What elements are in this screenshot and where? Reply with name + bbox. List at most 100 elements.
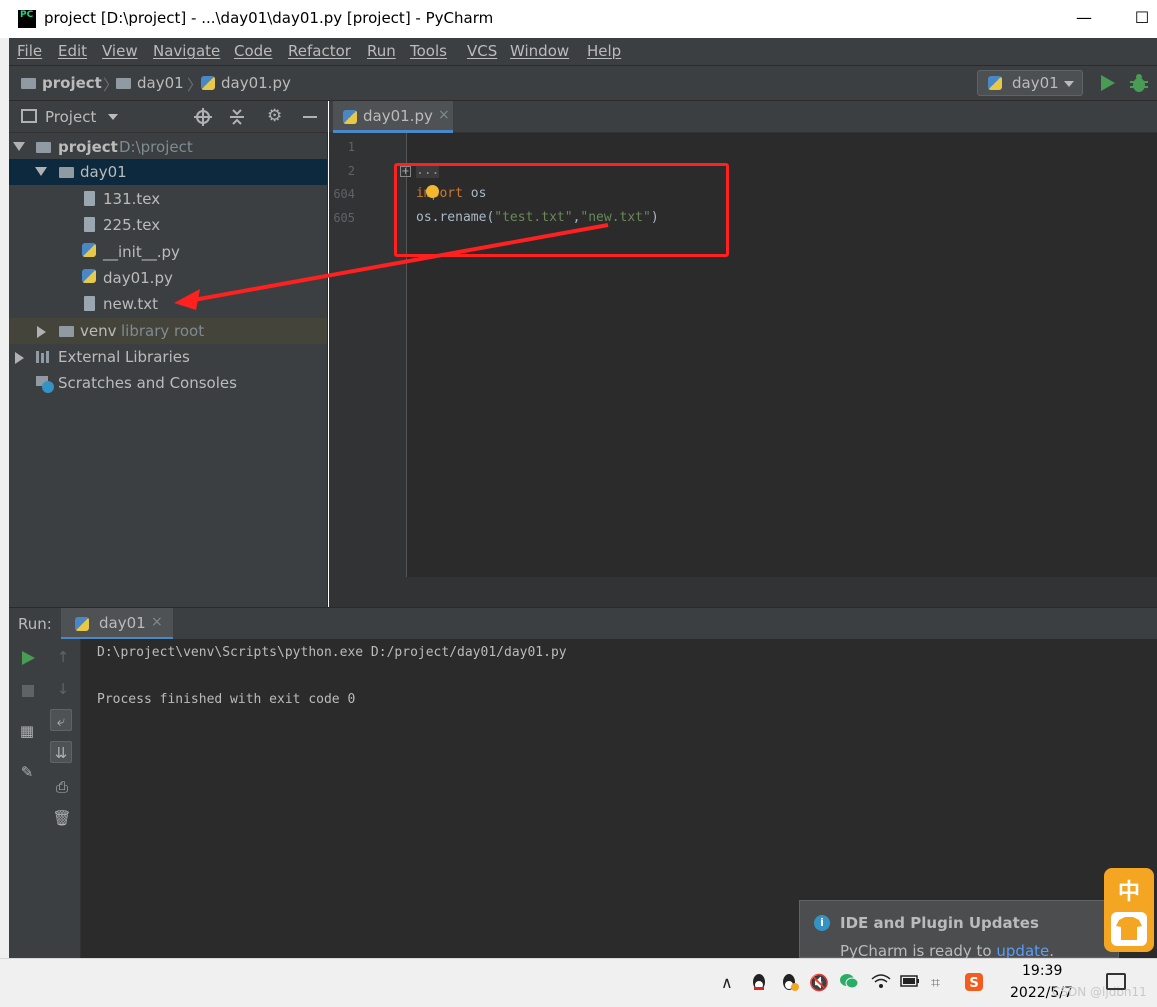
tree-item-project[interactable]: project D:\project bbox=[9, 134, 327, 160]
console-line: D:\project\venv\Scripts\python.exe D:/pr… bbox=[97, 645, 567, 660]
svg-text:S: S bbox=[969, 976, 978, 991]
soft-wrap-icon[interactable]: ⤶ bbox=[50, 709, 72, 731]
run-label: Run: bbox=[18, 615, 52, 633]
pycharm-logo-icon: PC bbox=[18, 10, 36, 28]
editor-footer bbox=[329, 577, 1157, 607]
menu-help[interactable]: Help bbox=[587, 42, 621, 60]
battery-icon[interactable] bbox=[900, 973, 920, 992]
run-toolbar: ↑ ↓ ⤶ ▦ ⇊ ✎ ⎙ 🗑 bbox=[9, 639, 81, 958]
scratches-icon bbox=[36, 376, 54, 393]
notification-title: IDE and Plugin Updates bbox=[840, 914, 1039, 932]
window-title: project [D:\project] - ...\day01\day01.p… bbox=[44, 9, 494, 27]
text-file-icon bbox=[84, 191, 95, 206]
menu-file[interactable]: File bbox=[17, 42, 42, 60]
run-tab-day01[interactable]: day01 × bbox=[61, 608, 173, 640]
text-file-icon bbox=[84, 296, 95, 311]
tree-item-external-libraries[interactable]: External Libraries bbox=[9, 344, 327, 370]
console-line: Process finished with exit code 0 bbox=[97, 692, 356, 707]
arrow-down-icon[interactable]: ↓ bbox=[52, 678, 74, 700]
text-file-icon bbox=[84, 217, 95, 232]
menu-code[interactable]: Code bbox=[234, 42, 272, 60]
info-icon: i bbox=[814, 915, 830, 931]
run-tool-window-header: Run: day01 × bbox=[9, 607, 1157, 640]
pin-icon[interactable]: ✎ bbox=[16, 761, 38, 783]
project-view-dropdown[interactable]: Project bbox=[45, 108, 96, 126]
folder-icon bbox=[116, 78, 131, 89]
title-bar: PC project [D:\project] - ...\day01\day0… bbox=[0, 0, 1157, 39]
wifi-icon[interactable] bbox=[871, 973, 891, 993]
update-notification: i IDE and Plugin Updates PyCharm is read… bbox=[799, 900, 1119, 960]
breadcrumb-day01-py[interactable]: day01.py bbox=[201, 74, 291, 92]
csdn-watermark: CSDN @ljdbn11 bbox=[1052, 985, 1147, 999]
scroll-to-end-icon[interactable]: ⇊ bbox=[50, 741, 72, 763]
ime-skin-icon bbox=[1111, 912, 1147, 946]
folder-icon bbox=[36, 142, 51, 153]
menu-tools[interactable]: Tools bbox=[410, 42, 447, 60]
arrow-up-icon[interactable]: ↑ bbox=[52, 646, 74, 668]
gear-icon[interactable]: ⚙ bbox=[267, 106, 282, 126]
layout-icon[interactable]: ▦ bbox=[16, 720, 38, 742]
ime-widget[interactable]: 中 bbox=[1104, 868, 1154, 952]
python-file-icon bbox=[82, 243, 96, 257]
folder-icon bbox=[59, 326, 74, 337]
close-icon[interactable]: × bbox=[151, 614, 163, 630]
collapse-all-icon[interactable] bbox=[228, 108, 246, 126]
menu-refactor[interactable]: Refactor bbox=[288, 42, 351, 60]
chevron-up-icon[interactable]: ∧ bbox=[721, 973, 733, 992]
libraries-icon bbox=[36, 351, 49, 363]
breadcrumb-day01[interactable]: day01 bbox=[116, 74, 184, 92]
run-icon[interactable] bbox=[1098, 72, 1118, 94]
maximize-button[interactable]: ☐ bbox=[1128, 6, 1156, 32]
expand-arrow-icon[interactable] bbox=[35, 167, 47, 176]
breadcrumb-project[interactable]: project bbox=[21, 74, 102, 92]
annotation-arrow-icon bbox=[174, 223, 609, 310]
notification-center-icon[interactable] bbox=[1106, 973, 1126, 990]
stop-icon[interactable] bbox=[17, 680, 39, 702]
folder-icon bbox=[21, 78, 36, 89]
chevron-down-icon[interactable] bbox=[108, 114, 118, 120]
qq-icon[interactable] bbox=[750, 972, 768, 996]
run-configuration-select[interactable]: day01 bbox=[977, 70, 1083, 96]
folder-icon bbox=[59, 167, 74, 178]
editor-tab-bar: day01.py × bbox=[329, 101, 1157, 133]
qq-notify-icon[interactable] bbox=[780, 972, 800, 996]
menu-navigate[interactable]: Navigate bbox=[153, 42, 220, 60]
ime-language-char: 中 bbox=[1117, 880, 1140, 905]
rerun-icon[interactable] bbox=[17, 647, 39, 669]
python-icon bbox=[75, 617, 89, 631]
expand-arrow-icon[interactable] bbox=[13, 142, 25, 151]
tab-day01-py[interactable]: day01.py × bbox=[333, 101, 453, 133]
menu-run[interactable]: Run bbox=[367, 42, 396, 60]
tree-item-scratches[interactable]: Scratches and Consoles bbox=[9, 370, 327, 396]
debug-bug-icon[interactable] bbox=[1128, 72, 1150, 94]
python-file-icon bbox=[343, 110, 357, 124]
menu-view[interactable]: View bbox=[102, 42, 138, 60]
clock-time[interactable]: 19:39 bbox=[1022, 963, 1062, 979]
trash-icon[interactable]: 🗑 bbox=[51, 807, 73, 829]
chevron-down-icon bbox=[1064, 81, 1074, 87]
menu-window[interactable]: Window bbox=[510, 42, 569, 60]
hide-panel-icon[interactable] bbox=[303, 116, 317, 118]
python-icon bbox=[988, 76, 1002, 90]
tree-item-131-tex[interactable]: 131.tex bbox=[9, 186, 327, 212]
collapse-arrow-icon[interactable] bbox=[37, 326, 46, 338]
tree-item-day01[interactable]: day01 bbox=[9, 159, 327, 185]
menu-bar: File Edit View Navigate Code Refactor Ru… bbox=[9, 38, 1157, 65]
sogou-icon[interactable]: S bbox=[964, 972, 984, 996]
collapse-arrow-icon[interactable] bbox=[15, 352, 24, 364]
wechat-icon[interactable] bbox=[839, 972, 859, 994]
menu-edit[interactable]: Edit bbox=[58, 42, 87, 60]
project-panel-header: Project ⚙ bbox=[9, 101, 328, 133]
minimize-button[interactable]: — bbox=[1070, 6, 1098, 32]
locate-crosshair-icon[interactable] bbox=[194, 108, 212, 126]
print-icon[interactable]: ⎙ bbox=[51, 776, 73, 798]
input-method-icon[interactable]: ⌗ bbox=[931, 973, 940, 993]
volume-muted-icon[interactable]: 🔇 bbox=[809, 973, 829, 992]
breadcrumb-separator: 〉 bbox=[187, 76, 203, 94]
run-configuration-label: day01 bbox=[1012, 74, 1059, 92]
menu-vcs[interactable]: VCS bbox=[467, 42, 497, 60]
python-file-icon bbox=[82, 269, 96, 283]
tree-item-venv[interactable]: venv library root bbox=[9, 318, 327, 344]
close-icon[interactable]: × bbox=[438, 107, 450, 123]
python-file-icon bbox=[201, 76, 215, 90]
